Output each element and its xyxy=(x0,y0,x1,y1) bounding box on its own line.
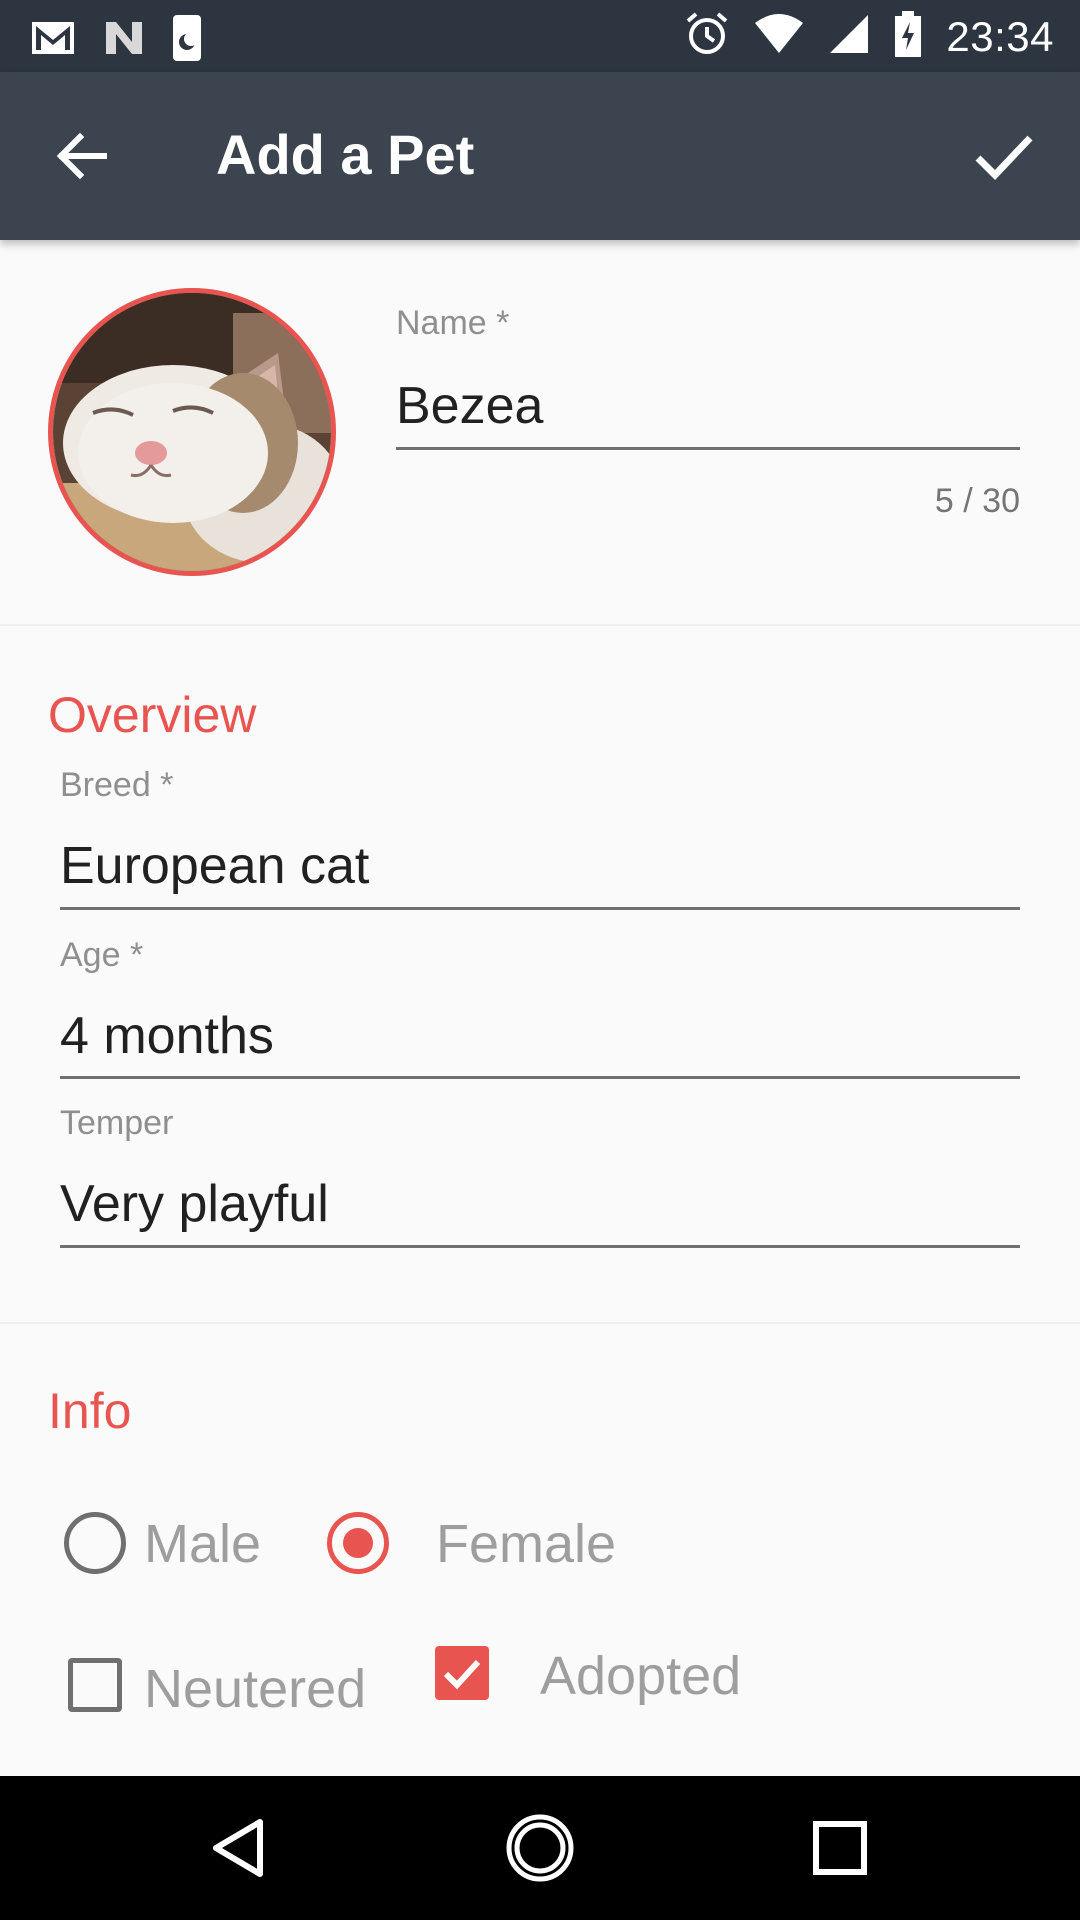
name-underline xyxy=(396,447,1020,450)
temper-input[interactable]: Very playful xyxy=(60,1174,329,1234)
moon-app-icon xyxy=(172,14,202,67)
arrow-back-icon[interactable] xyxy=(50,124,114,188)
male-radio[interactable] xyxy=(64,1512,126,1574)
status-time: 23:34 xyxy=(946,12,1054,60)
male-label[interactable]: Male xyxy=(144,1513,261,1575)
status-bar: 23:34 xyxy=(0,0,1080,72)
age-label: Age * xyxy=(60,936,144,974)
name-label: Name * xyxy=(396,304,510,342)
temper-underline xyxy=(60,1245,1020,1248)
back-triangle-icon[interactable] xyxy=(204,1812,276,1884)
section-divider xyxy=(0,624,1080,626)
name-input[interactable]: Bezea xyxy=(396,376,543,436)
page-title: Add a Pet xyxy=(216,123,475,186)
check-icon[interactable] xyxy=(968,120,1040,192)
home-circle-icon[interactable] xyxy=(504,1812,576,1884)
breed-label: Breed * xyxy=(60,766,174,804)
signal-icon xyxy=(828,13,870,60)
temper-label: Temper xyxy=(60,1104,174,1142)
breed-input[interactable]: European cat xyxy=(60,836,369,896)
recents-square-icon[interactable] xyxy=(804,1812,876,1884)
name-char-counter: 5 / 30 xyxy=(934,482,1020,520)
adopted-checkbox[interactable] xyxy=(435,1646,489,1700)
gmail-icon xyxy=(30,18,76,63)
female-radio[interactable] xyxy=(327,1512,389,1574)
section-divider xyxy=(0,1322,1080,1324)
wifi-icon xyxy=(754,13,804,60)
neutered-label[interactable]: Neutered xyxy=(144,1658,366,1720)
overview-section-title: Overview xyxy=(48,687,257,743)
adopted-label[interactable]: Adopted xyxy=(540,1645,741,1707)
app-bar: Add a Pet xyxy=(0,72,1080,240)
breed-underline xyxy=(60,907,1020,910)
navigation-bar xyxy=(0,1776,1080,1920)
age-input[interactable]: 4 months xyxy=(60,1006,274,1066)
cat-photo-icon xyxy=(53,293,331,571)
checkmark-icon xyxy=(443,1659,481,1690)
n-app-icon xyxy=(102,18,146,63)
neutered-checkbox[interactable] xyxy=(68,1658,122,1712)
info-section-title: Info xyxy=(48,1383,132,1439)
female-label[interactable]: Female xyxy=(436,1513,616,1575)
pet-photo[interactable] xyxy=(48,288,336,576)
age-underline xyxy=(60,1076,1020,1079)
battery-charging-icon xyxy=(894,10,922,63)
alarm-icon xyxy=(684,11,730,62)
